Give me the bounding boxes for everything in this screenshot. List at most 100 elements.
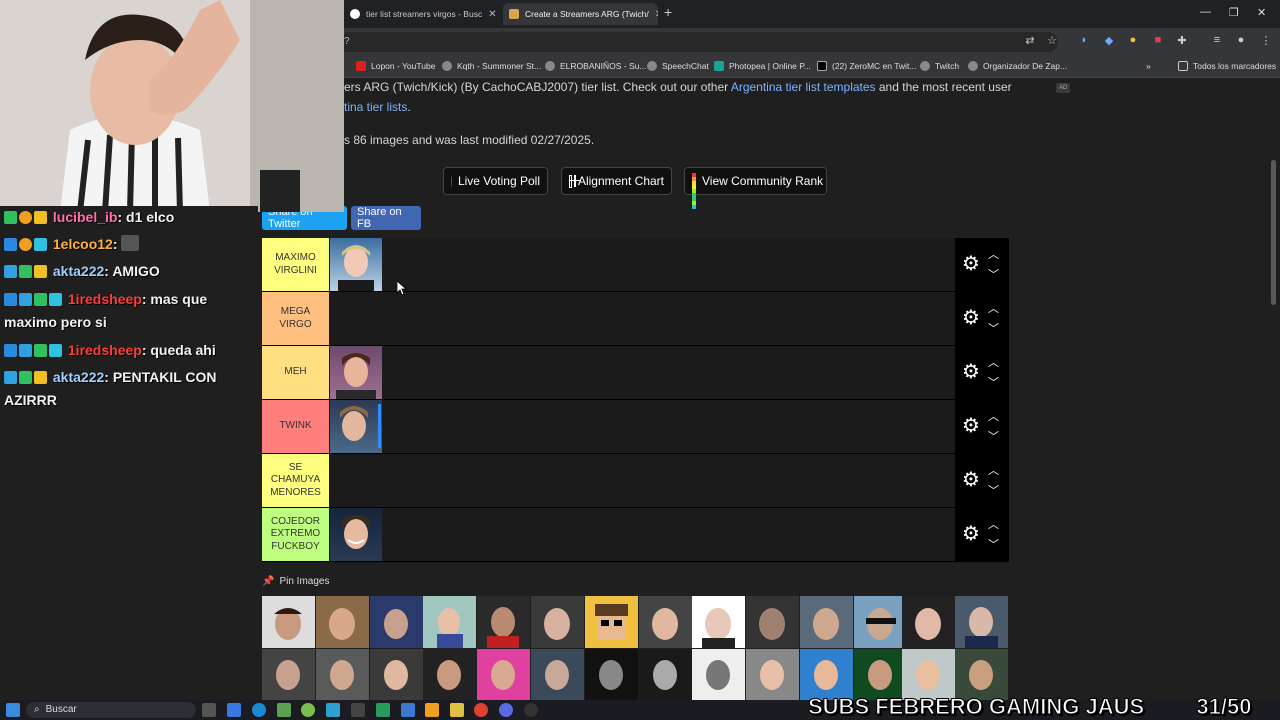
pin-images-toggle[interactable]: 📌 Pin Images [262, 576, 329, 587]
pool-image[interactable] [902, 596, 955, 648]
tier-drop-area[interactable] [329, 238, 955, 291]
app-icon[interactable] [425, 703, 439, 717]
tier-label[interactable]: MEH [262, 346, 329, 399]
app-icon[interactable] [277, 703, 291, 717]
chevron-down-icon[interactable]: ﹀ [988, 428, 999, 444]
pool-image[interactable] [692, 649, 745, 701]
share-fb-button[interactable]: Share on FB [351, 206, 421, 230]
pool-image[interactable] [370, 596, 423, 648]
windows-icon[interactable] [6, 703, 20, 717]
omnibox[interactable]: ? [338, 32, 1058, 52]
pool-image[interactable] [477, 649, 530, 701]
pool-image[interactable] [800, 596, 853, 648]
community-rank-button[interactable]: View Community Rank [684, 167, 827, 209]
tier-drop-area[interactable] [329, 454, 955, 507]
app-icon[interactable] [376, 703, 390, 717]
tier-drop-area[interactable] [329, 346, 955, 399]
pool-image[interactable] [585, 649, 638, 701]
pool-image[interactable] [955, 596, 1008, 648]
tab-tier-maker[interactable]: Create a Streamers ARG (Twich/ ✕ [503, 3, 658, 25]
edge-icon[interactable] [252, 703, 266, 717]
chevron-up-icon[interactable]: ︿ [988, 354, 999, 370]
chevron-up-icon[interactable]: ︿ [988, 300, 999, 316]
bookmark-item[interactable]: Photopea | Online P... [714, 61, 811, 71]
bookmark-item[interactable]: ELROBANIÑOS - Su... [545, 61, 646, 71]
pool-image[interactable] [639, 596, 692, 648]
new-tab-button[interactable]: + [664, 4, 672, 20]
tier-drop-area[interactable] [329, 400, 955, 453]
chevron-up-icon[interactable]: ︿ [988, 516, 999, 532]
tier-label[interactable]: SE CHAMUYA MENORES [262, 454, 329, 507]
pool-image[interactable] [746, 596, 799, 648]
taskbar-search[interactable]: ⌕ Buscar [26, 702, 196, 718]
app-icon[interactable] [326, 703, 340, 717]
gear-icon[interactable]: ⚙ [962, 470, 980, 490]
gear-icon[interactable]: ⚙ [962, 308, 980, 328]
pool-image[interactable] [531, 649, 584, 701]
pool-image[interactable] [316, 596, 369, 648]
pool-image[interactable] [262, 596, 315, 648]
pool-image[interactable] [531, 596, 584, 648]
folder-icon[interactable] [450, 703, 464, 717]
tier-label[interactable]: TWINK [262, 400, 329, 453]
restore-icon[interactable]: ❐ [1229, 6, 1239, 19]
all-bookmarks[interactable]: Todos los marcadores [1178, 61, 1276, 71]
close-icon[interactable]: ✕ [482, 9, 496, 20]
gear-icon[interactable]: ⚙ [962, 416, 980, 436]
pool-image[interactable] [477, 596, 530, 648]
chevron-up-icon[interactable]: ︿ [988, 462, 999, 478]
pool-image[interactable] [854, 596, 907, 648]
pool-image[interactable] [746, 649, 799, 701]
tier-label[interactable]: MEGA VIRGO [262, 292, 329, 345]
templates-link[interactable]: Argentina tier list templates [731, 80, 876, 94]
streamer-image[interactable] [330, 238, 382, 291]
bookmark-item[interactable]: Lopon - YouTube [356, 61, 435, 71]
chevron-up-icon[interactable]: ︿ [988, 408, 999, 424]
chevron-down-icon[interactable]: ﹀ [988, 482, 999, 498]
alignment-chart-button[interactable]: Alignment Chart [561, 167, 672, 195]
tier-label[interactable]: MAXIMO VIRGLINI [262, 238, 329, 291]
bookmark-item[interactable]: Kqth - Summoner St... [442, 61, 541, 71]
star-icon[interactable]: ☆ [1044, 34, 1060, 47]
extension-icon[interactable]: ◗ [1076, 34, 1092, 46]
chrome-icon[interactable] [474, 703, 488, 717]
pool-image[interactable] [316, 649, 369, 701]
avatar[interactable]: ● [1233, 34, 1249, 46]
bookmarks-overflow-icon[interactable]: » [1146, 61, 1151, 71]
extension-icon[interactable]: ◆ [1101, 34, 1117, 47]
chevron-up-icon[interactable]: ︿ [988, 246, 999, 262]
close-icon[interactable]: ✕ [649, 9, 658, 20]
pool-image[interactable] [423, 649, 476, 701]
chevron-down-icon[interactable]: ﹀ [988, 320, 999, 336]
tab-search[interactable]: tier list streamers virgos - Busc ✕ [344, 3, 500, 25]
app-icon[interactable] [301, 703, 315, 717]
pool-image[interactable] [585, 596, 638, 648]
discord-icon[interactable] [499, 703, 513, 717]
translate-icon[interactable]: ⇄ [1022, 34, 1038, 47]
pool-image[interactable] [423, 596, 476, 648]
pool-image[interactable] [639, 649, 692, 701]
pool-image[interactable] [370, 649, 423, 701]
pool-image[interactable] [692, 596, 745, 648]
obs-icon[interactable] [524, 703, 538, 717]
tier-drop-area[interactable] [329, 508, 955, 561]
app-icon[interactable] [401, 703, 415, 717]
bookmark-item[interactable]: (22) ZeroMC en Twit... [817, 61, 916, 71]
streamer-image[interactable] [330, 508, 382, 561]
gear-icon[interactable]: ⚙ [962, 254, 980, 274]
bookmark-item[interactable]: Organizador De Zap... [968, 61, 1067, 71]
menu-icon[interactable]: ⋮ [1258, 34, 1274, 47]
chevron-down-icon[interactable]: ﹀ [988, 536, 999, 552]
app-icon[interactable] [227, 703, 241, 717]
close-window-icon[interactable]: ✕ [1257, 6, 1266, 19]
reading-list-icon[interactable]: ≡ [1209, 34, 1225, 46]
task-view-icon[interactable] [202, 703, 216, 717]
app-icon[interactable] [351, 703, 365, 717]
chevron-down-icon[interactable]: ﹀ [988, 266, 999, 282]
streamer-image[interactable] [330, 400, 382, 453]
tier-drop-area[interactable] [329, 292, 955, 345]
minimize-icon[interactable]: — [1200, 6, 1211, 18]
gear-icon[interactable]: ⚙ [962, 362, 980, 382]
extension-icon[interactable]: ● [1125, 34, 1141, 46]
tier-label[interactable]: COJEDOR EXTREMO FUCKBOY [262, 508, 329, 561]
